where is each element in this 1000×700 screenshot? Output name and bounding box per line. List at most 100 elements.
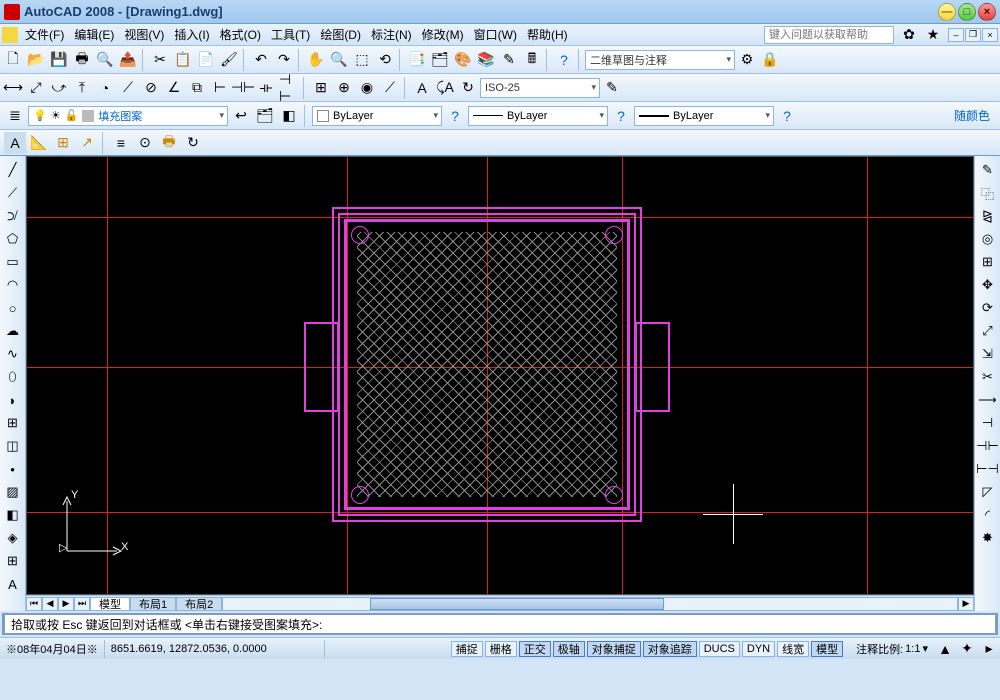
dim-update-icon[interactable]: ↻ (457, 77, 479, 99)
linetype-help-icon[interactable]: ? (610, 105, 632, 127)
publish-icon[interactable]: 📤 (117, 49, 139, 71)
dim-style-dropdown[interactable]: ISO-25 (480, 78, 600, 98)
print-icon[interactable]: 🖶 (71, 49, 93, 71)
multiline-style-icon[interactable]: ≡ (110, 132, 132, 154)
revision-cloud-icon[interactable]: ☁ (3, 321, 23, 341)
polar-toggle[interactable]: 极轴 (553, 641, 585, 657)
zoom-window-icon[interactable]: ⬚ (351, 49, 373, 71)
sheet-set-icon[interactable]: 📚 (475, 49, 497, 71)
print-preview-icon[interactable]: 🔍 (94, 49, 116, 71)
insert-block-icon[interactable]: ⊞ (3, 413, 23, 433)
ellipse-arc-icon[interactable]: ◗ (3, 390, 23, 410)
mdi-minimize-button[interactable]: – (948, 28, 964, 42)
minimize-button[interactable]: — (938, 3, 956, 21)
redo-icon[interactable]: ↷ (273, 49, 295, 71)
h-scrollbar[interactable] (222, 597, 958, 611)
point-style-icon[interactable]: ⊙ (134, 132, 156, 154)
polygon-icon[interactable]: ⬠ (3, 229, 23, 249)
dim-angular-icon[interactable]: ∠ (163, 77, 185, 99)
mleader-style-icon[interactable]: ↗ (76, 132, 98, 154)
annotation-visibility-icon[interactable]: ▲ (934, 638, 956, 660)
jogged-linear-icon[interactable]: ⟋ (379, 77, 401, 99)
color-dropdown[interactable]: ByLayer (312, 106, 442, 126)
fillet-icon[interactable]: ◜ (978, 505, 998, 525)
tab-first-button[interactable]: ⏮ (26, 597, 42, 611)
extend-icon[interactable]: ⟶ (978, 390, 998, 410)
menu-draw[interactable]: 绘图(D) (315, 24, 366, 45)
hatch-icon[interactable]: ▨ (3, 482, 23, 502)
explode-icon[interactable]: ✸ (978, 528, 998, 548)
break-at-point-icon[interactable]: ⊣ (978, 413, 998, 433)
menu-modify[interactable]: 修改(M) (417, 24, 469, 45)
spline-icon[interactable]: ∿ (3, 344, 23, 364)
gradient-icon[interactable]: ◧ (3, 505, 23, 525)
plot-style-icon[interactable]: 🖶 (158, 132, 180, 154)
ellipse-icon[interactable]: ⬯ (3, 367, 23, 387)
region-icon[interactable]: ◈ (3, 528, 23, 548)
dim-diameter-icon[interactable]: ⊘ (140, 77, 162, 99)
mirror-icon[interactable]: ⧎ (978, 206, 998, 226)
menu-file[interactable]: 文件(F) (20, 24, 69, 45)
dim-linear-icon[interactable]: ⟷ (2, 77, 24, 99)
offset-icon[interactable]: ◎ (978, 229, 998, 249)
dim-text-edit-icon[interactable]: ⤹A (434, 77, 456, 99)
dim-ordinate-icon[interactable]: ⤒ (71, 77, 93, 99)
quickcalc-icon[interactable]: 🖩 (521, 49, 543, 71)
circle-icon[interactable]: ○ (3, 298, 23, 318)
match-properties-icon[interactable]: 🖌 (218, 49, 240, 71)
info-center-icon[interactable]: ✿ (898, 24, 920, 46)
menu-view[interactable]: 视图(V) (119, 24, 169, 45)
otrack-toggle[interactable]: 对象追踪 (643, 641, 697, 657)
dim-style-manager-icon[interactable]: 📐 (28, 132, 50, 154)
copy-object-icon[interactable]: ⿻ (978, 183, 998, 203)
tolerance-icon[interactable]: ⊞ (310, 77, 332, 99)
line-icon[interactable]: ╱ (3, 160, 23, 180)
workspace-dropdown[interactable]: 二维草图与注释 (585, 50, 735, 70)
linetype-dropdown[interactable]: ByLayer (468, 106, 608, 126)
color-help-icon[interactable]: ? (444, 105, 466, 127)
point-icon[interactable]: • (3, 459, 23, 479)
dim-continue-icon[interactable]: ⊣⊢ (232, 77, 254, 99)
status-tray-icon[interactable]: ▸ (978, 638, 1000, 660)
menu-dimension[interactable]: 标注(N) (366, 24, 417, 45)
model-toggle[interactable]: 模型 (811, 641, 843, 657)
layer-states-icon[interactable]: 🗂 (254, 105, 276, 127)
osnap-toggle[interactable]: 对象捕捉 (587, 641, 641, 657)
join-icon[interactable]: ⊢⊣ (978, 459, 998, 479)
markup-icon[interactable]: ✎ (498, 49, 520, 71)
save-icon[interactable]: 💾 (48, 49, 70, 71)
workspace-lock-icon[interactable]: 🔒 (759, 49, 781, 71)
ortho-toggle[interactable]: 正交 (519, 641, 551, 657)
menu-format[interactable]: 格式(O) (215, 24, 266, 45)
tab-layout2[interactable]: 布局2 (176, 597, 222, 611)
tab-layout1[interactable]: 布局1 (130, 597, 176, 611)
help-icon[interactable]: ? (553, 49, 575, 71)
command-line[interactable]: 拾取或按 Esc 键返回到对话框或 <单击右键接受图案填充>: (2, 613, 998, 635)
dim-style-icon[interactable]: ✎ (601, 77, 623, 99)
text-style-icon[interactable]: A (4, 132, 26, 154)
break-icon[interactable]: ⊣⊢ (978, 436, 998, 456)
tab-model[interactable]: 模型 (90, 597, 130, 611)
scroll-right-button[interactable]: ▶ (958, 597, 974, 611)
menu-insert[interactable]: 插入(I) (169, 24, 214, 45)
layer-isolate-icon[interactable]: ◧ (278, 105, 300, 127)
dim-arc-icon[interactable]: ⤻ (48, 77, 70, 99)
help-search-input[interactable] (764, 26, 894, 44)
mtext-icon[interactable]: A (3, 574, 23, 594)
move-icon[interactable]: ✥ (978, 275, 998, 295)
layer-manager-icon[interactable]: ≣ (4, 105, 26, 127)
mdi-close-button[interactable]: × (982, 28, 998, 42)
scale-dropdown-icon[interactable]: ▾ (922, 642, 928, 655)
pan-icon[interactable]: ✋ (305, 49, 327, 71)
mdi-restore-button[interactable]: ❐ (965, 28, 981, 42)
erase-icon[interactable]: ✎ (978, 160, 998, 180)
close-button[interactable]: × (978, 3, 996, 21)
dim-break-icon[interactable]: ⊣ ⊢ (278, 77, 300, 99)
stretch-icon[interactable]: ⇲ (978, 344, 998, 364)
ducs-toggle[interactable]: DUCS (699, 641, 740, 657)
rotate-icon[interactable]: ⟳ (978, 298, 998, 318)
rectangle-icon[interactable]: ▭ (3, 252, 23, 272)
lineweight-dropdown[interactable]: ByLayer (634, 106, 774, 126)
table-style-icon[interactable]: ⊞ (52, 132, 74, 154)
zoom-realtime-icon[interactable]: 🔍 (328, 49, 350, 71)
